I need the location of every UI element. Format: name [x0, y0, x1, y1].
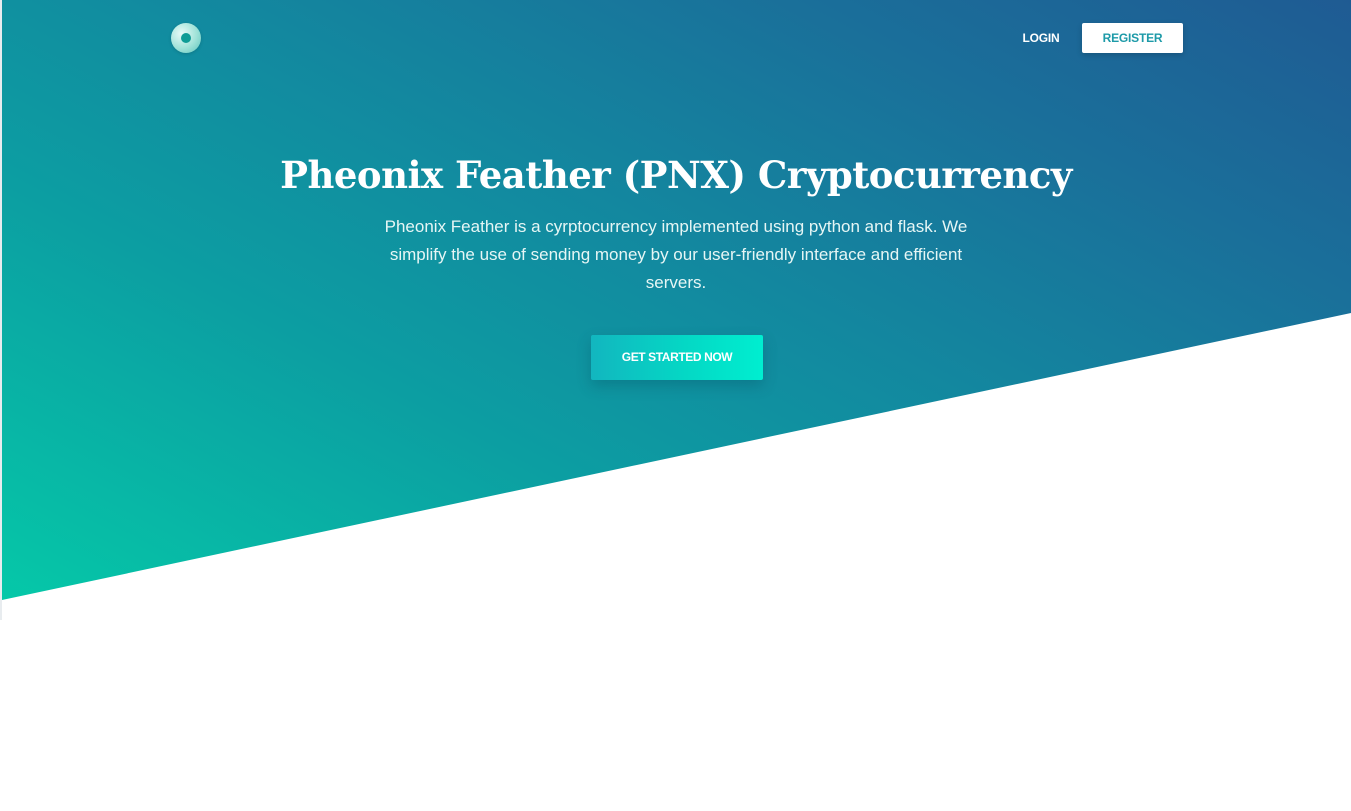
- logo-ring-icon[interactable]: [171, 23, 201, 53]
- hero-title: Pheonix Feather (PNX) Cryptocurrency: [280, 153, 1072, 197]
- left-edge-divider: [0, 0, 2, 620]
- logo-dot: [181, 33, 191, 43]
- hero-subtitle: Pheonix Feather is a cyrptocurrency impl…: [384, 217, 968, 292]
- page: LOGIN REGISTER Pheonix Feather (PNX) Cry…: [0, 0, 1351, 811]
- login-link[interactable]: LOGIN: [1012, 26, 1070, 50]
- register-button[interactable]: REGISTER: [1082, 23, 1183, 53]
- hero-background: [2, 0, 1351, 600]
- get-started-button[interactable]: GET STARTED NOW: [591, 335, 763, 380]
